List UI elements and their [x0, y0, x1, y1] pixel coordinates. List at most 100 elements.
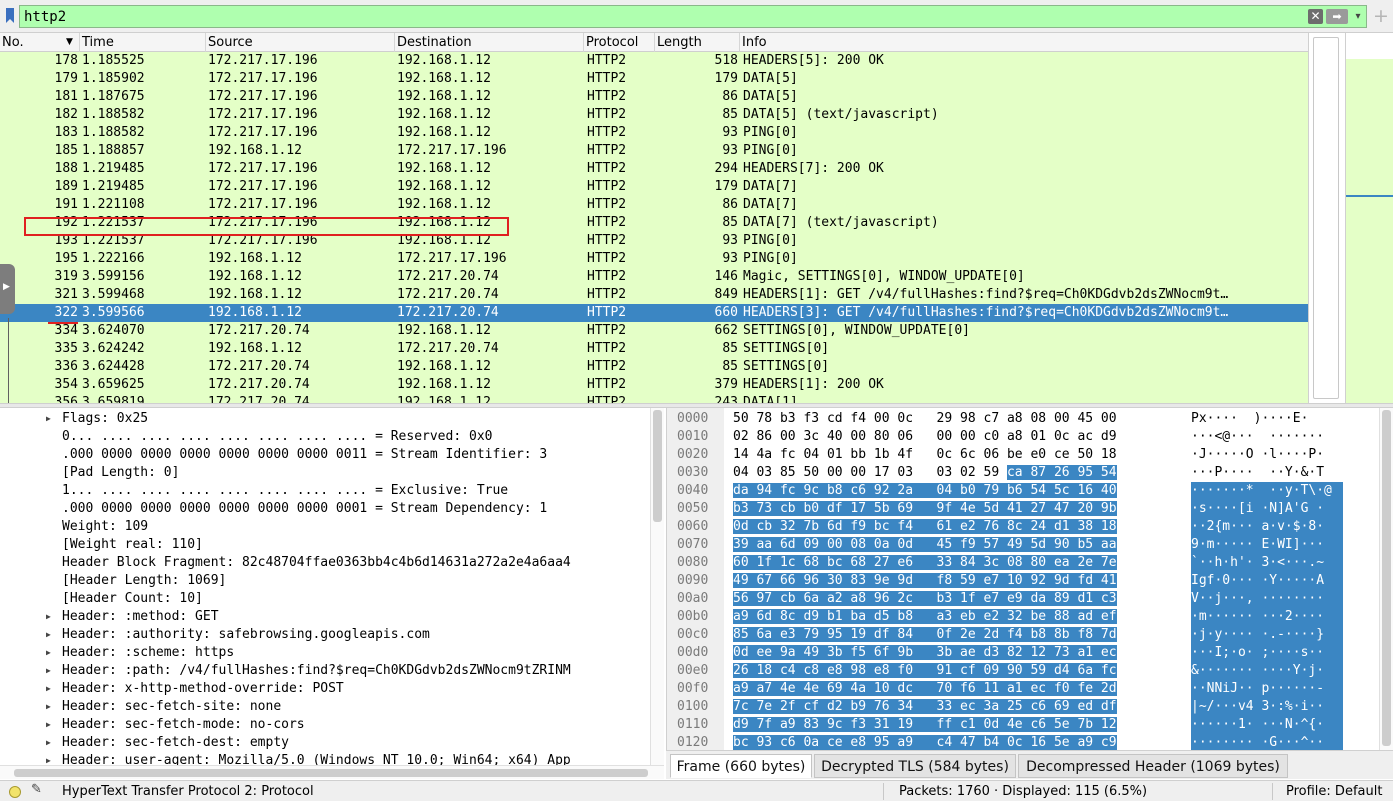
tree-item[interactable]: ▶ Flags: 0x25	[0, 410, 650, 428]
column-header-source[interactable]: Source	[206, 33, 395, 52]
status-dot-icon[interactable]	[9, 786, 21, 798]
status-profile[interactable]: Profile: Default	[1286, 782, 1382, 801]
tree-item[interactable]: [Header Count: 10]	[0, 590, 650, 608]
hex-row[interactable]: 60 1f 1c 68 bc 68 27 e6 33 84 3c 08 80 e…	[733, 554, 1117, 572]
ascii-row[interactable]: ·m······ ···2····	[1191, 608, 1343, 626]
bookmark-icon[interactable]	[3, 6, 17, 26]
tree-item[interactable]: [Pad Length: 0]	[0, 464, 650, 482]
side-panel-handle[interactable]: ▶	[0, 264, 15, 314]
table-row[interactable]: 179 1.185902 172.217.17.196 192.168.1.12 HTT…	[0, 70, 1308, 88]
hex-row[interactable]: 7c 7e 2f cf d2 b9 76 34 33 ec 3a 25 c6 6…	[733, 698, 1117, 716]
table-row[interactable]: 321 3.599468 192.168.1.12 172.217.20.74 HTTP…	[0, 286, 1308, 304]
tree-item[interactable]: ▶ Header: :authority: safebrowsing.google…	[0, 626, 650, 644]
packet-minimap[interactable]	[1345, 33, 1393, 403]
hex-row[interactable]: 50 78 b3 f3 cd f4 00 0c 29 98 c7 a8 08 0…	[733, 410, 1117, 428]
triangle-right-icon[interactable]: ▶	[46, 680, 56, 698]
details-horizontal-scrollbar[interactable]	[0, 765, 664, 779]
tree-item[interactable]: ▶ Header: :path: /v4/fullHashes:find?$req…	[0, 662, 650, 680]
packet-list-scrollbar[interactable]	[1308, 33, 1344, 403]
hex-row[interactable]: 0d ee 9a 49 3b f5 6f 9b 3b ae d3 82 12 7…	[733, 644, 1117, 662]
column-header-no[interactable]: No. ▼	[0, 33, 80, 52]
triangle-right-icon[interactable]: ▶	[46, 716, 56, 734]
table-row[interactable]: 189 1.219485 172.217.17.196 192.168.1.12 HTT…	[0, 178, 1308, 196]
table-row[interactable]: 178 1.185525 172.217.17.196 192.168.1.12 HTT…	[0, 52, 1308, 70]
ascii-row[interactable]: ·s····[i ·N]A'G ·	[1191, 500, 1343, 518]
column-header-destination[interactable]: Destination	[395, 33, 584, 52]
hex-row[interactable]: d9 7f a9 83 9c f3 31 19 ff c1 0d 4e c6 5…	[733, 716, 1117, 734]
details-scrollbar[interactable]	[650, 408, 664, 765]
triangle-right-icon[interactable]: ▶	[46, 698, 56, 716]
ascii-row[interactable]: ·j·y···· ·.-····}	[1191, 626, 1343, 644]
ascii-row[interactable]: ········ ·G···^··	[1191, 734, 1343, 750]
tab-decompressed-header[interactable]: Decompressed Header (1069 bytes)	[1018, 754, 1288, 778]
hex-row[interactable]: 02 86 00 3c 40 00 80 06 00 00 c0 a8 01 0…	[733, 428, 1117, 446]
ascii-row[interactable]: V··j···, ········	[1191, 590, 1343, 608]
column-header-length[interactable]: Length	[655, 33, 740, 52]
hex-row[interactable]: 04 03 85 50 00 00 17 03 03 02 59 ca 87 2…	[733, 464, 1117, 482]
table-row[interactable]: 191 1.221108 172.217.17.196 192.168.1.12 HTT…	[0, 196, 1308, 214]
ascii-row[interactable]: ··NNiJ·· p······-	[1191, 680, 1343, 698]
tree-item[interactable]: ▶ Header: x-http-method-override: POST	[0, 680, 650, 698]
triangle-right-icon[interactable]: ▶	[46, 608, 56, 626]
table-row[interactable]: 335 3.624242 192.168.1.12 172.217.20.74 HTTP…	[0, 340, 1308, 358]
triangle-right-icon[interactable]: ▶	[46, 752, 56, 765]
table-row[interactable]: 183 1.188582 172.217.17.196 192.168.1.12 HTT…	[0, 124, 1308, 142]
ascii-row[interactable]: |~/···v4 3·:%·i··	[1191, 698, 1343, 716]
tab-frame[interactable]: Frame (660 bytes)	[670, 754, 812, 778]
hex-row[interactable]: 39 aa 6d 09 00 08 0a 0d 45 f9 57 49 5d 9…	[733, 536, 1117, 554]
table-row[interactable]: 185 1.188857 192.168.1.12 172.217.17.196 HTT…	[0, 142, 1308, 160]
clear-icon[interactable]: ✕	[1308, 9, 1323, 24]
ascii-row[interactable]: ······1· ···N·^{·	[1191, 716, 1343, 734]
hex-row[interactable]: 56 97 cb 6a a2 a8 96 2c b3 1f e7 e9 da 8…	[733, 590, 1117, 608]
display-filter-input[interactable]	[19, 5, 1367, 28]
tree-item[interactable]: Header Block Fragment: 82c48704ffae0363b…	[0, 554, 650, 572]
table-row[interactable]: 356 3.659819 172.217.20.74 192.168.1.12 HTTP…	[0, 394, 1308, 403]
hex-row[interactable]: 0d cb 32 7b 6d f9 bc f4 61 e2 76 8c 24 d…	[733, 518, 1117, 536]
ascii-row[interactable]: 9·m····· E·WI]···	[1191, 536, 1343, 554]
table-row[interactable]: 182 1.188582 172.217.17.196 192.168.1.12 HTT…	[0, 106, 1308, 124]
tree-item[interactable]: .000 0000 0000 0000 0000 0000 0000 0001 …	[0, 500, 650, 518]
triangle-right-icon[interactable]: ▶	[46, 644, 56, 662]
hex-row[interactable]: 49 67 66 96 30 83 9e 9d f8 59 e7 10 92 9…	[733, 572, 1117, 590]
scrollbar-thumb[interactable]	[1313, 37, 1339, 399]
ascii-row[interactable]: Px···· )····E·	[1191, 410, 1343, 428]
column-header-info[interactable]: Info	[740, 33, 1308, 52]
arrow-right-icon[interactable]: ➡	[1326, 9, 1348, 24]
tree-item[interactable]: ▶ Header: :scheme: https	[0, 644, 650, 662]
table-row[interactable]: 334 3.624070 172.217.20.74 192.168.1.12 HTTP…	[0, 322, 1308, 340]
tree-item[interactable]: [Header Length: 1069]	[0, 572, 650, 590]
hex-row[interactable]: a9 6d 8c d9 b1 ba d5 b8 a3 eb e2 32 be 8…	[733, 608, 1117, 626]
hex-row[interactable]: 14 4a fc 04 01 bb 1b 4f 0c 6c 06 be e0 c…	[733, 446, 1117, 464]
tree-item[interactable]: Weight: 109	[0, 518, 650, 536]
tree-item[interactable]: 0... .... .... .... .... .... .... .... …	[0, 428, 650, 446]
ascii-row[interactable]: ·J·····O ·l····P·	[1191, 446, 1343, 464]
hex-row[interactable]: bc 93 c6 0a ce e8 95 a9 c4 47 b4 0c 16 5…	[733, 734, 1117, 750]
table-row[interactable]: 188 1.219485 172.217.17.196 192.168.1.12 HTT…	[0, 160, 1308, 178]
column-header-time[interactable]: Time	[80, 33, 206, 52]
tree-item[interactable]: 1... .... .... .... .... .... .... .... …	[0, 482, 650, 500]
hex-row[interactable]: 85 6a e3 79 95 19 df 84 0f 2e 2d f4 b8 8…	[733, 626, 1117, 644]
triangle-right-icon[interactable]: ▶	[46, 626, 56, 644]
hex-row[interactable]: 26 18 c4 c8 e8 98 e8 f0 91 cf 09 90 59 d…	[733, 662, 1117, 680]
table-row[interactable]: 336 3.624428 172.217.20.74 192.168.1.12 HTTP…	[0, 358, 1308, 376]
hex-row[interactable]: a9 a7 4e 4e 69 4a 10 dc 70 f6 11 a1 ec f…	[733, 680, 1117, 698]
ascii-row[interactable]: &······· ····Y·j·	[1191, 662, 1343, 680]
scrollbar-thumb[interactable]	[653, 410, 662, 522]
tree-item[interactable]: [Weight real: 110]	[0, 536, 650, 554]
tree-item[interactable]: ▶ Header: sec-fetch-mode: no-cors	[0, 716, 650, 734]
ascii-row[interactable]: ···P···· ··Y·&·T	[1191, 464, 1343, 482]
tree-item[interactable]: ▶ Header: :method: GET	[0, 608, 650, 626]
edit-comment-icon[interactable]: ✎	[31, 782, 42, 797]
plus-icon[interactable]: +	[1373, 6, 1389, 26]
hex-row[interactable]: b3 73 cb b0 df 17 5b 69 9f 4e 5d 41 27 4…	[733, 500, 1117, 518]
tree-item[interactable]: ▶ Header: user-agent: Mozilla/5.0 (Window…	[0, 752, 650, 765]
ascii-row[interactable]: `··h·h'· 3·<···.~	[1191, 554, 1343, 572]
tree-item[interactable]: .000 0000 0000 0000 0000 0000 0000 0011 …	[0, 446, 650, 464]
table-row[interactable]: 181 1.187675 172.217.17.196 192.168.1.12 HTT…	[0, 88, 1308, 106]
tab-decrypted-tls[interactable]: Decrypted TLS (584 bytes)	[814, 754, 1016, 778]
triangle-right-icon[interactable]: ▶	[46, 662, 56, 680]
scrollbar-thumb[interactable]	[1382, 410, 1391, 746]
chevron-down-icon[interactable]: ▾	[1352, 9, 1364, 24]
table-row[interactable]: 322 3.599566 192.168.1.12 172.217.20.74 HTTP…	[0, 304, 1308, 322]
triangle-right-icon[interactable]: ▶	[46, 410, 56, 428]
